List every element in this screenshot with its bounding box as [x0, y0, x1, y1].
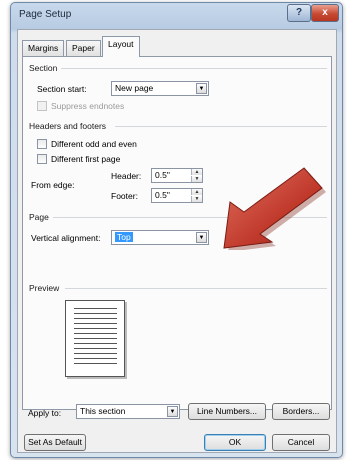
- header-distance-spinner[interactable]: 0.5" ▲ ▼: [151, 168, 203, 183]
- preview-heading: Preview: [29, 283, 60, 293]
- suppress-endnotes-label: Suppress endnotes: [51, 101, 125, 111]
- from-edge-label: From edge:: [31, 180, 75, 190]
- headers-footers-heading: Headers and footers: [29, 121, 107, 131]
- apply-to-label: Apply to:: [28, 408, 62, 418]
- preview-page: [65, 300, 125, 377]
- spin-down-icon[interactable]: ▼: [191, 176, 202, 182]
- vertical-alignment-value: Top: [115, 232, 133, 242]
- section-start-label: Section start:: [37, 84, 87, 94]
- header-distance-value: 0.5": [155, 170, 170, 180]
- page-heading: Page: [29, 212, 49, 222]
- chevron-down-icon: ▼: [196, 232, 207, 243]
- spin-down-icon[interactable]: ▼: [191, 196, 202, 202]
- footer-distance-value: 0.5": [155, 190, 170, 200]
- tab-margins[interactable]: Margins: [22, 40, 65, 56]
- tab-layout[interactable]: Layout: [102, 36, 140, 57]
- preview-line: [74, 338, 117, 339]
- preview-line: [74, 358, 117, 359]
- first-page-checkbox[interactable]: [37, 154, 47, 164]
- title-bar: Page Setup ? x: [11, 3, 342, 27]
- preview-line: [74, 333, 117, 334]
- borders-button[interactable]: Borders...: [272, 403, 330, 420]
- apply-to-value: This section: [80, 406, 126, 416]
- footer-label: Footer:: [111, 191, 138, 201]
- chevron-down-icon: ▼: [196, 83, 207, 94]
- preview-line: [74, 353, 117, 354]
- preview-line: [74, 328, 117, 329]
- annotation-arrow-body: [223, 167, 323, 249]
- close-button[interactable]: x: [311, 4, 339, 22]
- annotation-arrow-icon: [223, 167, 326, 250]
- section-start-value: New page: [115, 83, 154, 93]
- spin-up-icon[interactable]: ▲: [191, 189, 202, 195]
- divider: [65, 288, 327, 289]
- preview-line: [74, 343, 117, 344]
- spin-up-icon[interactable]: ▲: [191, 169, 202, 175]
- section-heading: Section: [29, 63, 58, 73]
- section-start-dropdown[interactable]: New page ▼: [111, 81, 209, 96]
- set-as-default-button[interactable]: Set As Default: [24, 434, 86, 451]
- preview-line: [74, 308, 117, 309]
- preview-line: [74, 318, 117, 319]
- help-button[interactable]: ?: [287, 4, 311, 22]
- vertical-alignment-dropdown[interactable]: Top ▼: [111, 230, 209, 245]
- line-numbers-button[interactable]: Line Numbers...: [188, 403, 266, 420]
- first-page-label: Different first page: [51, 154, 121, 164]
- divider: [115, 126, 327, 127]
- ok-button[interactable]: OK: [204, 434, 266, 451]
- preview-line: [74, 348, 117, 349]
- preview-line: [74, 363, 117, 364]
- odd-even-checkbox[interactable]: [37, 139, 47, 149]
- header-label: Header:: [111, 171, 142, 181]
- preview-line: [74, 313, 117, 314]
- vertical-alignment-label: Vertical alignment:: [31, 233, 101, 243]
- divider: [61, 68, 327, 69]
- cancel-button[interactable]: Cancel: [272, 434, 330, 451]
- preview-line: [74, 323, 117, 324]
- odd-even-label: Different odd and even: [51, 139, 137, 149]
- suppress-endnotes-checkbox: [37, 101, 47, 111]
- footer-distance-spinner[interactable]: 0.5" ▲ ▼: [151, 188, 203, 203]
- chevron-down-icon: ▼: [167, 406, 178, 417]
- window-title: Page Setup: [19, 9, 72, 20]
- apply-to-dropdown[interactable]: This section ▼: [76, 404, 180, 419]
- tab-paper[interactable]: Paper: [66, 40, 101, 56]
